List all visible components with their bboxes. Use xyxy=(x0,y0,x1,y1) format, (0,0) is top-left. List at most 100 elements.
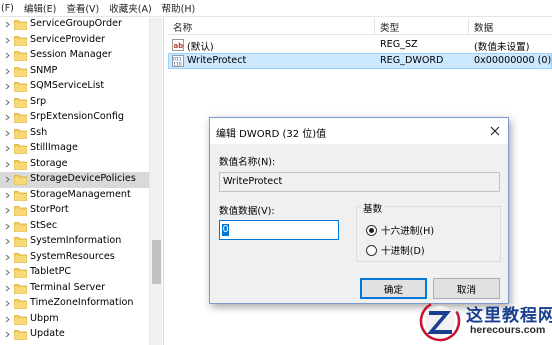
tree-item[interactable]: SQMServiceList xyxy=(0,79,149,95)
expand-chevron-icon[interactable] xyxy=(3,18,11,32)
tree-item[interactable]: ServiceProvider xyxy=(0,33,149,49)
ok-button[interactable]: 确定 xyxy=(360,278,427,299)
tree-item[interactable]: Session Manager xyxy=(0,48,149,64)
cell-data: (数值未设置) xyxy=(474,42,530,53)
radio-hexadecimal[interactable]: 十六进制(H) xyxy=(366,223,434,237)
menu-edit[interactable]: 编辑(E) xyxy=(19,1,61,15)
folder-icon xyxy=(14,143,27,154)
cancel-button[interactable]: 取消 xyxy=(433,278,500,299)
tree-item-label: ServiceProvider xyxy=(30,33,105,45)
tree-item[interactable]: StorageManagement xyxy=(0,188,149,204)
tree-item[interactable]: StillImage xyxy=(0,141,149,157)
edit-dword-dialog: 编辑 DWORD (32 位)值 数值名称(N): WriteProtect 数… xyxy=(209,117,509,304)
tree-item-label: SQMServiceList xyxy=(30,80,105,91)
folder-icon xyxy=(14,283,27,294)
folder-icon xyxy=(14,50,27,61)
expand-chevron-icon[interactable] xyxy=(3,234,11,249)
folder-icon xyxy=(14,66,27,77)
tree-item[interactable]: Srp xyxy=(0,95,149,111)
expand-chevron-icon[interactable] xyxy=(3,64,11,79)
column-header-data[interactable]: 数据 xyxy=(474,20,493,34)
tree-item[interactable]: SystemInformation xyxy=(0,234,149,250)
expand-chevron-icon[interactable] xyxy=(3,296,11,311)
tree-item[interactable]: Terminal Server xyxy=(0,281,149,297)
expand-chevron-icon[interactable] xyxy=(3,219,11,234)
menu-favorites[interactable]: 收藏夹(A) xyxy=(104,1,156,15)
expand-chevron-icon[interactable] xyxy=(3,281,11,296)
expand-chevron-icon[interactable] xyxy=(3,110,11,125)
expand-chevron-icon[interactable] xyxy=(3,79,11,94)
expand-chevron-icon[interactable] xyxy=(3,33,11,48)
dialog-title-bar[interactable]: 编辑 DWORD (32 位)值 xyxy=(210,118,508,144)
tree-item-label: Ubpm xyxy=(30,312,59,324)
expand-chevron-icon[interactable] xyxy=(3,172,11,187)
registry-key-tree[interactable]: ServiceGroupOrder ServiceProvider Session … xyxy=(0,18,163,345)
value-name-label: 数值名称(N): xyxy=(219,157,276,168)
expand-chevron-icon[interactable] xyxy=(3,327,11,342)
value-name-field[interactable]: WriteProtect xyxy=(219,172,500,192)
site-logo xyxy=(418,300,462,342)
radio-indicator[interactable] xyxy=(366,244,377,256)
expand-chevron-icon[interactable] xyxy=(3,203,11,218)
expand-chevron-icon[interactable] xyxy=(3,312,11,327)
folder-icon xyxy=(14,174,27,185)
tree-item[interactable]: TimeZoneInformation xyxy=(0,296,149,312)
expand-chevron-icon[interactable] xyxy=(3,250,11,265)
menu-help[interactable]: 帮助(H) xyxy=(157,1,201,15)
menu-view[interactable]: 查看(V) xyxy=(61,1,104,15)
list-row[interactable]: ab (默认) REG_SZ (数值未设置) xyxy=(168,37,552,53)
folder-icon xyxy=(14,236,27,247)
column-divider[interactable] xyxy=(468,18,469,35)
cell-name: WriteProtect xyxy=(187,55,247,66)
tree-item[interactable]: StorageDevicePolicies xyxy=(0,172,149,188)
tree-item[interactable]: TabletPC xyxy=(0,265,149,281)
tree-item-label: Session Manager xyxy=(30,49,112,60)
tree-item[interactable]: StorPort xyxy=(0,203,149,219)
tree-item[interactable]: SNMP xyxy=(0,64,149,80)
tree-item[interactable]: Storage xyxy=(0,157,149,173)
dialog-body: 数值名称(N): WriteProtect 数值数据(V): 0 基数 十六进制… xyxy=(210,144,508,303)
expand-chevron-icon[interactable] xyxy=(3,141,11,156)
folder-icon xyxy=(14,314,27,325)
column-header-name[interactable]: 名称 xyxy=(173,20,192,34)
value-data-label: 数值数据(V): xyxy=(219,206,275,217)
tree-item-label: StorageManagement xyxy=(30,188,131,200)
expand-chevron-icon[interactable] xyxy=(3,126,11,141)
list-row[interactable]: 011 110 WriteProtect REG_DWORD 0x00000000 (0… xyxy=(168,53,552,69)
radio-decimal[interactable]: 十进制(D) xyxy=(366,243,425,257)
radio-indicator[interactable] xyxy=(366,224,377,236)
tree-item[interactable]: SystemResources xyxy=(0,250,149,266)
column-header-type[interactable]: 类型 xyxy=(380,20,399,34)
column-divider[interactable] xyxy=(374,18,375,35)
expand-chevron-icon[interactable] xyxy=(3,95,11,110)
folder-icon xyxy=(14,267,27,278)
tree-item[interactable]: Ubpm xyxy=(0,312,149,328)
tree-item[interactable]: ServiceGroupOrder xyxy=(0,18,149,33)
watermark-title: 这里教程网 xyxy=(466,306,552,326)
menu-file[interactable]: (F) xyxy=(0,3,19,14)
tree-item-label: SrpExtensionConfig xyxy=(30,111,125,122)
close-icon[interactable] xyxy=(482,118,508,144)
tree-scrollbar[interactable] xyxy=(149,18,162,345)
tree-item[interactable]: StSec xyxy=(0,219,149,235)
cell-data: 0x00000000 (0) xyxy=(474,55,552,66)
folder-icon xyxy=(14,81,27,92)
cell-name: (默认) xyxy=(187,42,214,53)
expand-chevron-icon[interactable] xyxy=(3,265,11,280)
value-data-input[interactable]: 0 xyxy=(219,220,339,240)
tree-item[interactable]: Ssh xyxy=(0,126,149,142)
tree-scrollbar-thumb[interactable] xyxy=(152,240,161,284)
expand-chevron-icon[interactable] xyxy=(3,48,11,63)
tree-item-label: TimeZoneInformation xyxy=(30,297,134,308)
tree-item[interactable]: SrpExtensionConfig xyxy=(0,110,149,126)
folder-icon xyxy=(14,97,27,108)
radio-hexadecimal-label: 十六进制(H) xyxy=(381,226,435,237)
tree-item-label: StSec xyxy=(30,219,58,231)
folder-icon xyxy=(14,128,27,139)
tree-item-label: ServiceGroupOrder xyxy=(30,18,122,29)
site-watermark: 这里教程网 herecours.com xyxy=(418,298,552,345)
expand-chevron-icon[interactable] xyxy=(3,157,11,172)
tree-item[interactable]: Update xyxy=(0,327,149,343)
expand-chevron-icon[interactable] xyxy=(3,188,11,203)
tree-item-label: Storage xyxy=(30,157,68,169)
